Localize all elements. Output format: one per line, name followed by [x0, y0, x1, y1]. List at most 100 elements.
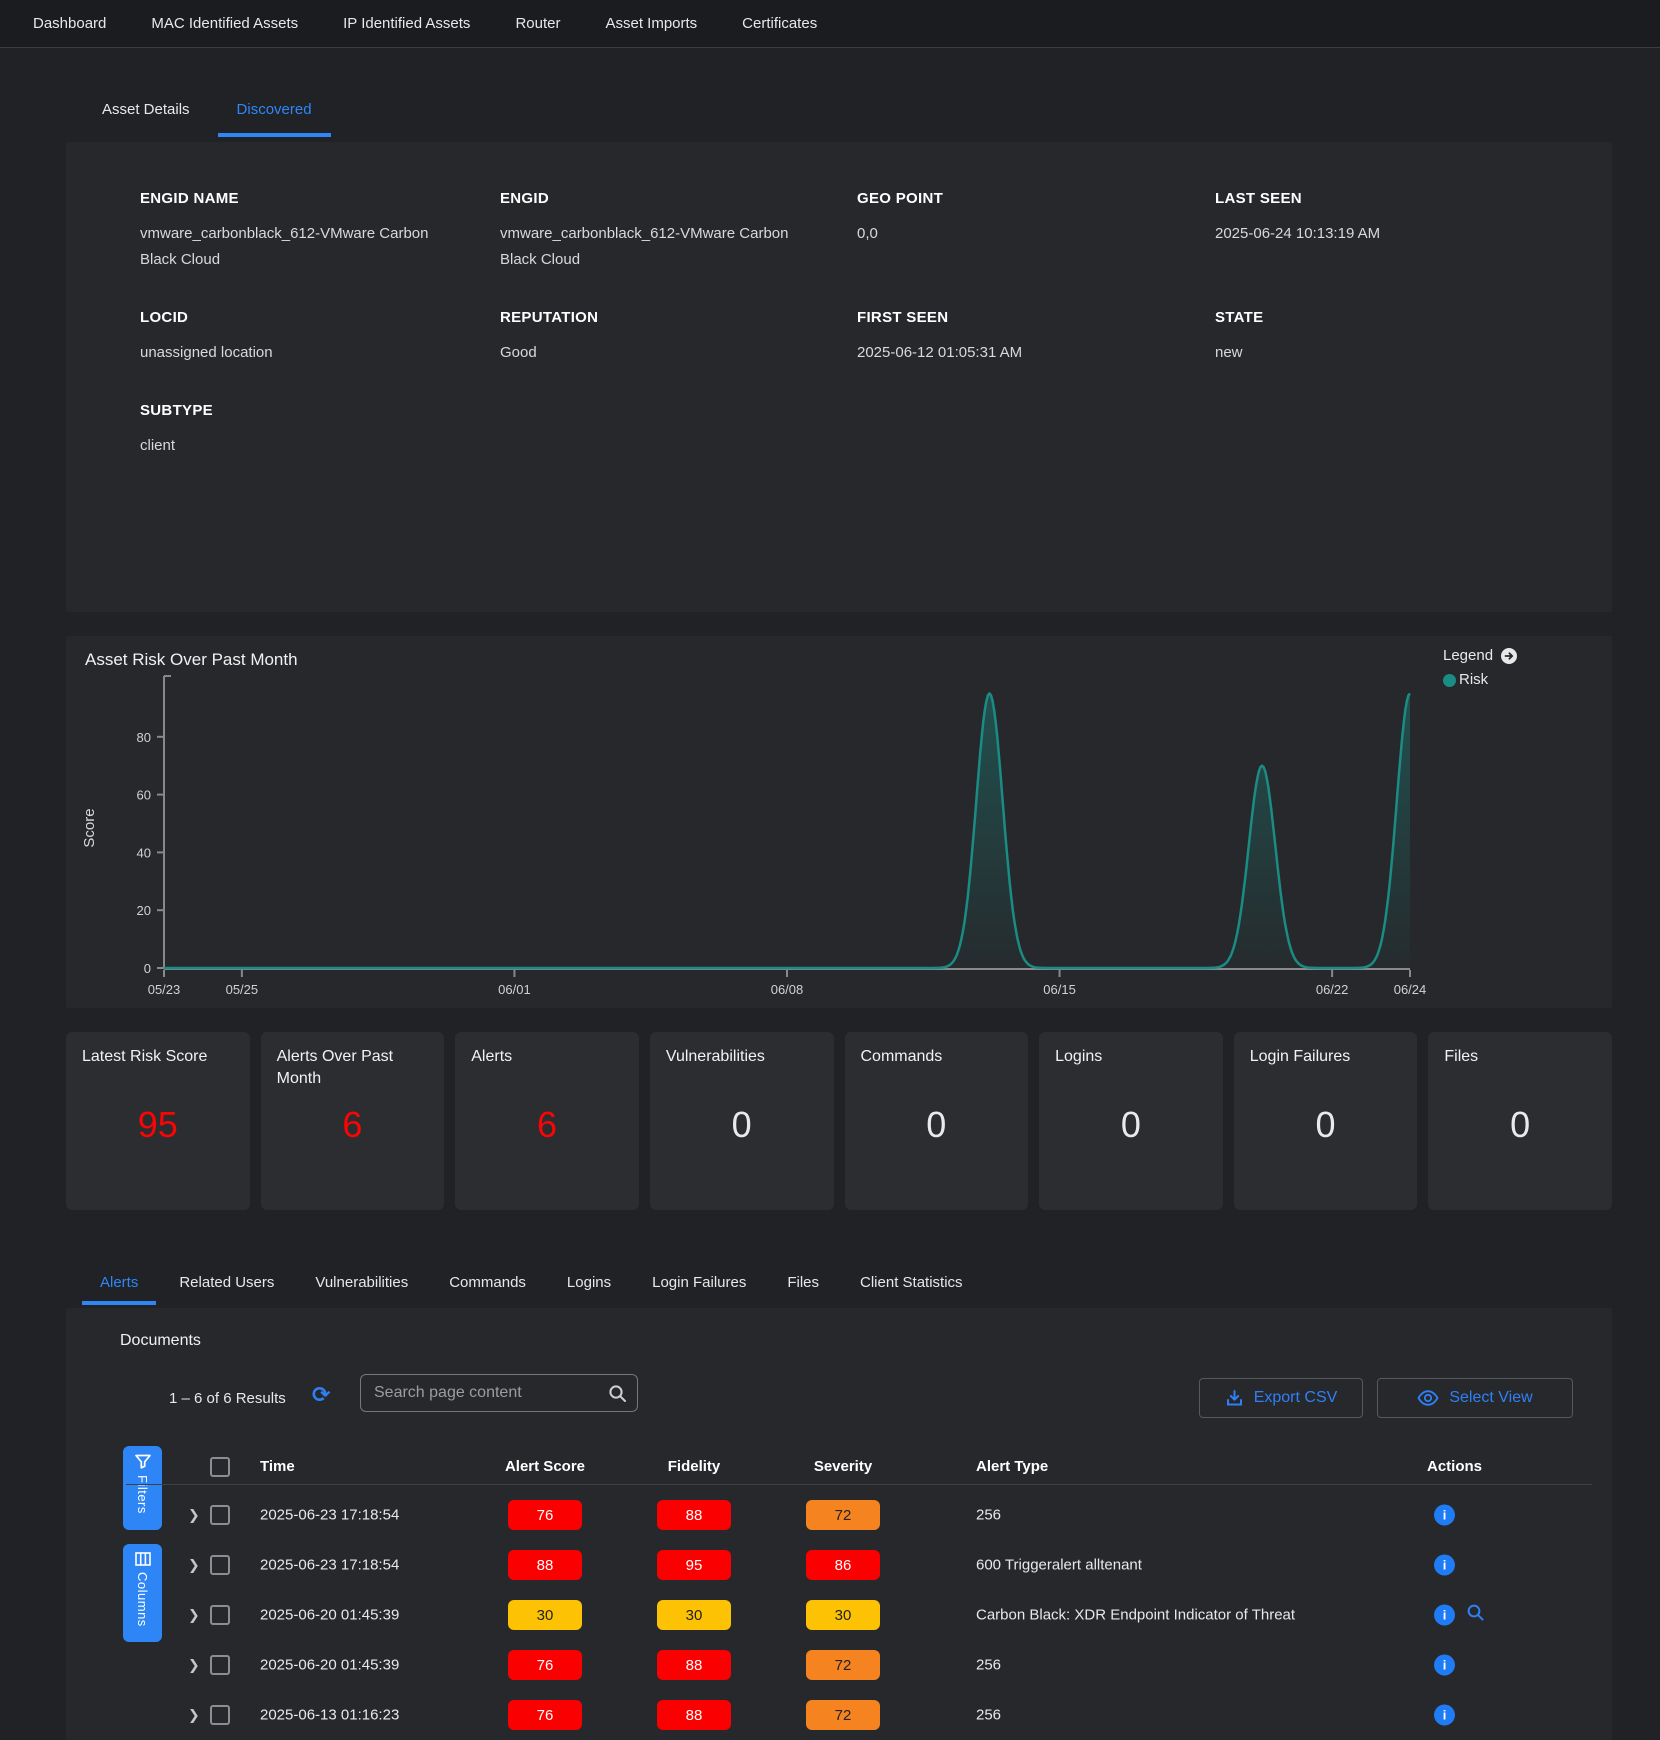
select-view-button[interactable]: Select View — [1377, 1378, 1573, 1418]
stat-card-commands: Commands0 — [845, 1032, 1029, 1210]
row-alert-type: Carbon Black: XDR Endpoint Indicator of … — [976, 1607, 1295, 1624]
row-time: 2025-06-20 01:45:39 — [260, 1607, 399, 1624]
nav-item-asset-imports[interactable]: Asset Imports — [605, 15, 697, 32]
table-row: ❯2025-06-20 01:45:39303030Carbon Black: … — [66, 1590, 1612, 1640]
page: Dashboard MAC Identified Assets IP Identif… — [0, 0, 1660, 1740]
nav-item-dashboard[interactable]: Dashboard — [33, 15, 106, 32]
chart-title: Asset Risk Over Past Month — [85, 650, 298, 670]
svg-text:06/15: 06/15 — [1043, 982, 1076, 997]
svg-text:05/25: 05/25 — [226, 982, 259, 997]
stat-card-logins: Logins0 — [1039, 1032, 1223, 1210]
field-geo-point: GEO POINT 0,0 — [857, 190, 1215, 273]
field-label-geo-point: GEO POINT — [857, 190, 1215, 207]
chevron-right-icon[interactable]: ❯ — [188, 1557, 200, 1574]
tab-logins[interactable]: Logins — [549, 1262, 629, 1305]
stat-label-alerts: Alerts — [471, 1046, 623, 1068]
field-value-state: new — [1215, 340, 1507, 366]
svg-text:60: 60 — [137, 788, 151, 803]
tab-vulnerabilities[interactable]: Vulnerabilities — [297, 1262, 426, 1305]
stat-card-files: Files0 — [1428, 1032, 1612, 1210]
svg-text:Score: Score — [81, 808, 98, 847]
documents-panel: Documents 1 – 6 of 6 Results ⟳ Export CS… — [66, 1308, 1612, 1740]
row-alert-type: 256 — [976, 1657, 1001, 1674]
stat-card-latest-risk-score: Latest Risk Score95 — [66, 1032, 250, 1210]
search-action-icon[interactable] — [1466, 1603, 1485, 1627]
stat-label-alerts-over-past-month: Alerts Over Past Month — [277, 1046, 429, 1090]
svg-text:40: 40 — [137, 845, 151, 860]
info-icon[interactable]: i — [1434, 1655, 1455, 1676]
stat-card-alerts-over-past-month: Alerts Over Past Month6 — [261, 1032, 445, 1210]
svg-text:06/24: 06/24 — [1394, 982, 1427, 997]
nav-item-router[interactable]: Router — [515, 15, 560, 32]
stat-label-login-failures: Login Failures — [1250, 1046, 1402, 1068]
stat-label-files: Files — [1444, 1046, 1596, 1068]
svg-text:80: 80 — [137, 730, 151, 745]
info-icon[interactable]: i — [1434, 1705, 1455, 1726]
stat-value-logins: 0 — [1039, 1104, 1223, 1146]
stat-label-vulnerabilities: Vulnerabilities — [666, 1046, 818, 1068]
export-csv-label: Export CSV — [1254, 1389, 1338, 1407]
row-checkbox[interactable] — [210, 1605, 230, 1625]
legend-toggle[interactable]: Legend — [1443, 644, 1518, 668]
field-state: STATE new — [1215, 309, 1572, 366]
column-header-alert-type: Alert Type — [976, 1458, 1048, 1475]
chevron-right-icon[interactable]: ❯ — [188, 1657, 200, 1674]
tab-commands[interactable]: Commands — [431, 1262, 544, 1305]
nav-item-mac-identified-assets[interactable]: MAC Identified Assets — [151, 15, 298, 32]
alert-score-badge: 76 — [508, 1500, 582, 1530]
row-alert-type: 256 — [976, 1507, 1001, 1524]
refresh-icon[interactable]: ⟳ — [312, 1382, 330, 1408]
field-last-seen: LAST SEEN2025-06-24 10:13:19 AM — [1215, 190, 1572, 273]
export-csv-button[interactable]: Export CSV — [1199, 1378, 1363, 1418]
fidelity-badge: 30 — [657, 1600, 731, 1630]
table-row: ❯2025-06-20 01:45:39768872256i — [66, 1640, 1612, 1690]
row-checkbox[interactable] — [210, 1505, 230, 1525]
nav-item-certificates[interactable]: Certificates — [742, 15, 817, 32]
chevron-right-icon[interactable]: ❯ — [188, 1507, 200, 1524]
severity-badge: 30 — [806, 1600, 880, 1630]
field-reputation: REPUTATIONGood — [500, 309, 857, 366]
results-count: 1 – 6 of 6 Results — [169, 1390, 286, 1407]
row-checkbox[interactable] — [210, 1705, 230, 1725]
tab-alerts[interactable]: Alerts — [82, 1262, 156, 1305]
tab-discovered[interactable]: Discovered — [218, 88, 331, 137]
field-engid-name: ENGID NAMEvmware_carbonblack_612-VMware … — [140, 190, 500, 273]
select-all-checkbox[interactable] — [210, 1457, 230, 1477]
documents-title: Documents — [120, 1332, 201, 1350]
search-input[interactable] — [361, 1384, 608, 1402]
fidelity-badge: 88 — [657, 1500, 731, 1530]
column-header-fidelity: Fidelity — [642, 1458, 746, 1475]
chevron-right-icon[interactable]: ❯ — [188, 1607, 200, 1624]
field-subtype: SUBTYPEclient — [140, 402, 500, 459]
tab-files[interactable]: Files — [769, 1262, 837, 1305]
svg-text:06/08: 06/08 — [771, 982, 804, 997]
field-value-locid: unassigned location — [140, 340, 432, 366]
row-checkbox[interactable] — [210, 1555, 230, 1575]
info-icon[interactable]: i — [1434, 1605, 1455, 1626]
row-checkbox[interactable] — [210, 1655, 230, 1675]
field-label-state: STATE — [1215, 309, 1572, 326]
chevron-right-icon[interactable]: ❯ — [188, 1707, 200, 1724]
nav-item-ip-identified-assets[interactable]: IP Identified Assets — [343, 15, 470, 32]
search-icon[interactable] — [608, 1384, 627, 1403]
tab-asset-details[interactable]: Asset Details — [83, 88, 209, 137]
fidelity-badge: 88 — [657, 1700, 731, 1730]
svg-text:05/23: 05/23 — [148, 982, 181, 997]
search-box — [360, 1374, 638, 1412]
risk-chart-panel: Asset Risk Over Past Month Legend Risk 0… — [66, 636, 1612, 1008]
tab-related-users[interactable]: Related Users — [161, 1262, 292, 1305]
row-time: 2025-06-23 17:18:54 — [260, 1507, 399, 1524]
fidelity-badge: 88 — [657, 1650, 731, 1680]
field-label-subtype: SUBTYPE — [140, 402, 500, 419]
field-value-engid-name: vmware_carbonblack_612-VMware Carbon Bla… — [140, 221, 432, 273]
column-header-actions: Actions — [1427, 1458, 1482, 1475]
info-icon[interactable]: i — [1434, 1505, 1455, 1526]
fidelity-badge: 95 — [657, 1550, 731, 1580]
risk-chart-svg: 02040608005/2305/2506/0106/0806/1506/220… — [78, 668, 1478, 1008]
field-locid: LOCIDunassigned location — [140, 309, 500, 366]
info-icon[interactable]: i — [1434, 1555, 1455, 1576]
tab-login-failures[interactable]: Login Failures — [634, 1262, 764, 1305]
field-value-geo-point: 0,0 — [857, 221, 1149, 247]
stat-value-login-failures: 0 — [1234, 1104, 1418, 1146]
tab-client-statistics[interactable]: Client Statistics — [842, 1262, 981, 1305]
